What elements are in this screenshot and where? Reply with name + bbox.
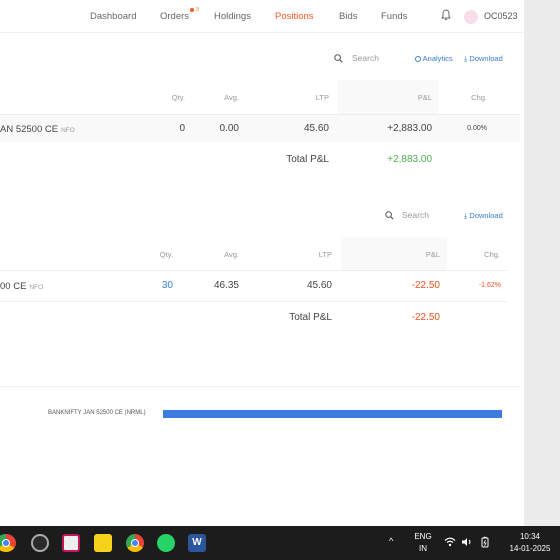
instrument-symbol: AN 52500 CE	[0, 124, 59, 135]
nav-dashboard[interactable]: Dashboard	[90, 11, 136, 22]
total-pnl-label: Total P&L	[289, 312, 332, 323]
search-placeholder: Search	[402, 210, 429, 220]
chrome-icon[interactable]	[126, 534, 144, 552]
day-download-link[interactable]: ⤓ Download	[464, 211, 503, 221]
pnl-value: -22.50	[411, 280, 440, 291]
search-icon	[385, 211, 394, 220]
row-highlight	[0, 115, 520, 142]
chart-bar	[163, 410, 502, 418]
search-icon	[334, 54, 343, 63]
col-pnl: P&L	[425, 250, 440, 259]
word-icon[interactable]: W	[188, 534, 206, 552]
download-icon: ⤓	[464, 211, 468, 220]
screenshot-icon[interactable]	[62, 534, 80, 552]
chg-value: 0.00%	[467, 125, 487, 132]
total-pnl-value: +2,883.00	[387, 154, 432, 165]
language-bottom[interactable]: IN	[413, 544, 433, 553]
total-pnl-value: -22.50	[411, 312, 440, 323]
ltp-value: 45.60	[303, 123, 329, 134]
avg-value: 0.00	[219, 123, 239, 134]
download-label: Download	[469, 211, 503, 220]
chart-category-label: BANKNIFTY JAN 52500 CE (NRML)	[48, 410, 146, 416]
language-top[interactable]: ENG	[413, 532, 433, 541]
section-divider	[0, 386, 520, 387]
nav-bids[interactable]: Bids	[339, 11, 357, 22]
divider	[0, 270, 508, 271]
avatar[interactable]	[464, 10, 478, 24]
positions-download-link[interactable]: ⤓ Download	[464, 54, 503, 64]
whatsapp-icon[interactable]	[157, 534, 175, 552]
download-label: Download	[469, 54, 503, 63]
analytics-label: Analytics	[422, 54, 453, 63]
col-ltp: LTP	[315, 93, 329, 102]
qty-value: 30	[161, 280, 173, 291]
positions-search-box[interactable]: Search	[324, 48, 404, 70]
col-qty: Qty.	[171, 93, 185, 102]
orders-count-badge: 3	[196, 7, 199, 13]
col-chg: Chg.	[471, 93, 487, 102]
col-qty: Qty.	[159, 250, 173, 259]
clock-date[interactable]: 14-01-2025	[500, 544, 560, 553]
nav-funds[interactable]: Funds	[381, 11, 407, 22]
col-ltp: LTP	[318, 250, 332, 259]
analytics-icon	[415, 56, 421, 62]
instrument-name[interactable]: 00 CE NFO	[0, 281, 43, 292]
chrome-icon[interactable]	[0, 534, 16, 552]
battery-icon[interactable]	[479, 536, 491, 548]
ltp-value: 45.60	[306, 280, 332, 291]
top-navbar: Dashboard Orders 3 Holdings Positions Bi…	[0, 0, 524, 33]
download-icon: ⤓	[464, 54, 468, 63]
qty-value: 0	[179, 123, 185, 134]
col-avg: Avg.	[224, 93, 239, 102]
instrument-symbol: 00 CE	[0, 281, 27, 292]
wifi-icon[interactable]	[444, 537, 456, 547]
exchange-label: NFO	[61, 127, 75, 134]
col-avg: Avg.	[224, 250, 239, 259]
col-chg: Chg.	[484, 250, 500, 259]
analytics-link[interactable]: Analytics	[415, 54, 453, 63]
nav-holdings[interactable]: Holdings	[214, 11, 251, 22]
chg-value: -1.62%	[478, 282, 501, 289]
instrument-name[interactable]: AN 52500 CE NFO	[0, 124, 75, 135]
volume-icon[interactable]	[461, 537, 473, 547]
bell-icon[interactable]	[441, 9, 451, 21]
search-placeholder: Search	[352, 53, 379, 63]
col-pnl: P&L	[417, 93, 432, 102]
nav-positions[interactable]: Positions	[275, 11, 314, 22]
avg-value: 46.35	[213, 280, 239, 291]
chevron-up-icon[interactable]: ^	[389, 536, 393, 546]
orders-notification-dot	[190, 8, 194, 12]
right-gutter	[524, 0, 560, 526]
windows-taskbar: W ^ ENG IN 10:34 14-01-2025	[0, 526, 560, 560]
divider	[0, 301, 508, 302]
nav-orders[interactable]: Orders	[160, 11, 189, 22]
pnl-value: +2,883.00	[387, 123, 432, 134]
day-search-box[interactable]: Search	[378, 205, 454, 227]
sticky-notes-icon[interactable]	[94, 534, 112, 552]
settings-icon[interactable]	[31, 534, 49, 552]
user-id[interactable]: OC0523	[484, 11, 518, 21]
total-pnl-label: Total P&L	[286, 154, 329, 165]
clock-time[interactable]: 10:34	[500, 532, 560, 541]
exchange-label: NFO	[29, 284, 44, 291]
main-content: Search Analytics ⤓ Download Qty. Avg. LT…	[0, 33, 524, 526]
